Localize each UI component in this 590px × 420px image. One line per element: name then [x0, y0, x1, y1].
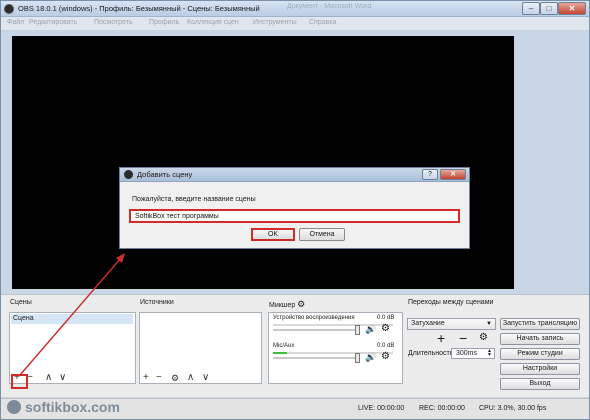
volume-slider[interactable]	[273, 329, 355, 331]
obs-window: OBS 18.0.1 (windows) - Профиль: Безымянн…	[0, 0, 590, 420]
source-settings-gear-icon[interactable]: ⚙	[171, 372, 179, 384]
channel-db: 0.0 dB	[377, 343, 395, 349]
remove-transition-button[interactable]: −	[459, 330, 467, 346]
channel-name: Mic/Aux	[273, 343, 295, 349]
gear-icon[interactable]: ⚙	[381, 323, 390, 334]
menu-view[interactable]: Посмотреть	[94, 19, 133, 26]
studio-mode-button[interactable]: Режим студии	[500, 348, 580, 360]
minimize-button[interactable]: –	[522, 2, 540, 15]
add-scene-dialog: Добавить сцену ? ✕ Пожалуйста, введите н…	[119, 167, 470, 249]
menu-bar: Файл Редактировать Посмотреть Профиль Ко…	[1, 17, 589, 31]
mixer-title-text: Микшер	[269, 302, 296, 309]
transition-select[interactable]: Затухание ▼	[407, 318, 496, 330]
volume-slider[interactable]	[273, 357, 355, 359]
menu-help[interactable]: Справка	[309, 19, 336, 26]
sources-title: Источники	[140, 299, 174, 306]
mixer-title: Микшер ⚙	[269, 299, 305, 310]
speaker-icon[interactable]: 🔊	[365, 352, 376, 363]
duration-input[interactable]: 300ms ▲ ▼	[451, 348, 495, 359]
volume-slider-handle[interactable]	[355, 325, 360, 335]
watermark-logo-icon	[7, 400, 21, 414]
transitions-title: Переходы между сценами	[408, 299, 494, 306]
menu-profile[interactable]: Профиль	[149, 19, 179, 26]
add-scene-highlight	[11, 374, 28, 389]
mixer-gear-icon[interactable]: ⚙	[297, 299, 305, 309]
speaker-icon[interactable]: 🔊	[365, 324, 376, 335]
channel-name: Устройство воспроизведения	[273, 315, 355, 321]
volume-slider-handle[interactable]	[355, 353, 360, 363]
scene-name-input[interactable]	[129, 209, 460, 223]
duration-label: Длительность	[408, 350, 454, 357]
remove-source-button[interactable]: −	[156, 372, 162, 384]
dialog-close-button[interactable]: ✕	[440, 169, 466, 180]
sources-controls: + − ⚙ ∧ ∨	[142, 372, 252, 384]
start-streaming-button[interactable]: Запустить трансляцию	[500, 318, 580, 330]
dialog-prompt: Пожалуйста, введите название сцены	[132, 196, 256, 203]
cpu-status: CPU: 3.0%, 30.00 fps	[479, 405, 547, 412]
menu-scene-collection[interactable]: Коллекция сцен	[187, 19, 239, 26]
rec-timer: REC: 00:00:00	[419, 405, 465, 412]
watermark: softikbox.com	[7, 398, 137, 418]
menu-edit[interactable]: Редактировать	[29, 19, 77, 26]
duration-value: 300ms	[456, 350, 478, 357]
transition-gear-icon[interactable]: ⚙	[479, 332, 488, 343]
source-move-up-button[interactable]: ∧	[187, 372, 194, 384]
gear-icon[interactable]: ⚙	[381, 351, 390, 362]
add-source-button[interactable]: +	[143, 372, 149, 384]
dialog-help-button[interactable]: ?	[422, 169, 438, 180]
live-timer: LIVE: 00:00:00	[358, 405, 405, 412]
spinner-arrows-icon[interactable]: ▲ ▼	[487, 349, 492, 358]
move-up-button[interactable]: ∧	[45, 372, 52, 384]
preview-canvas[interactable]	[12, 36, 514, 289]
window-title: OBS 18.0.1 (windows) - Профиль: Безымянн…	[18, 4, 260, 13]
dialog-title-bar: Добавить сцену ? ✕	[120, 168, 469, 182]
source-move-down-button[interactable]: ∨	[202, 372, 209, 384]
settings-button[interactable]: Настройки	[500, 363, 580, 375]
watermark-text: softikbox.com	[25, 399, 120, 415]
transition-selected: Затухание	[411, 320, 445, 327]
start-recording-button[interactable]: Начать запись	[500, 333, 580, 345]
move-down-button[interactable]: ∨	[59, 372, 66, 384]
menu-file[interactable]: Файл	[7, 19, 24, 26]
channel-db: 0.0 dB	[377, 315, 395, 321]
close-button[interactable]: ✕	[558, 2, 586, 15]
exit-button[interactable]: Выход	[500, 378, 580, 390]
ok-button[interactable]: OK	[251, 228, 295, 241]
obs-logo-icon	[124, 170, 133, 179]
cancel-button[interactable]: Отмена	[299, 228, 345, 241]
maximize-button[interactable]: □	[540, 2, 558, 15]
list-item[interactable]: Сцена	[11, 314, 133, 324]
title-bar: OBS 18.0.1 (windows) - Профиль: Безымянн…	[1, 1, 589, 17]
obs-logo-icon	[4, 4, 14, 14]
add-transition-button[interactable]: +	[437, 330, 445, 346]
background-window-title: Документ - Microsoft Word	[287, 3, 372, 10]
dialog-title: Добавить сцену	[137, 170, 193, 179]
menu-tools[interactable]: Инструменты	[253, 19, 297, 26]
scenes-title: Сцены	[10, 299, 32, 306]
mixer-panel: Устройство воспроизведения 0.0 dB 🔊 ⚙ Mi…	[268, 312, 403, 384]
chevron-down-icon: ▼	[486, 321, 492, 327]
